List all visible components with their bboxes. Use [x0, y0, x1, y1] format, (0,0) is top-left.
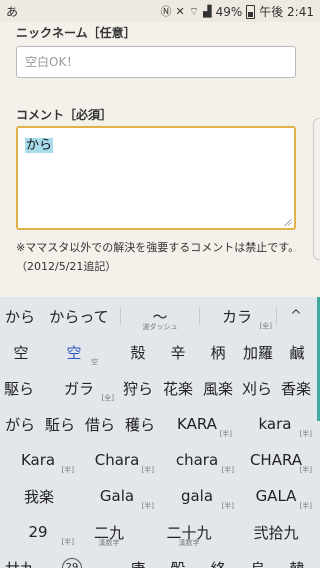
- candidate-row: 駆ら ガラ [全] 狩ら 花楽 風楽 刈ら 香楽: [0, 371, 320, 405]
- candidate[interactable]: chara [半]: [158, 443, 236, 477]
- ime-candidate-panel: から からって 〜波ダッシュ カラ [全] ^ 空 空空 殻 辛 柄 加羅 鹹 駆…: [0, 297, 320, 568]
- candidate[interactable]: 我楽: [0, 479, 78, 513]
- candidate[interactable]: 辛: [162, 335, 194, 369]
- status-bar: あ Ⓝ ✕ ⌔ ▟ 49% 午後 2:41: [0, 0, 320, 22]
- input-mode-indicator: あ: [6, 5, 19, 19]
- mute-icon: ✕: [175, 4, 185, 18]
- candidate[interactable]: 花楽: [158, 371, 198, 405]
- candidate[interactable]: KARA [半]: [160, 407, 234, 441]
- candidate[interactable]: 狩ら: [118, 371, 158, 405]
- candidate[interactable]: 鹹: [280, 335, 314, 369]
- battery-percent: 49%: [215, 4, 243, 19]
- candidate[interactable]: 29: [52, 551, 92, 568]
- candidate[interactable]: 柄: [202, 335, 234, 369]
- nickname-input[interactable]: [16, 46, 296, 78]
- candidate[interactable]: 殻: [122, 335, 154, 369]
- candidate[interactable]: CHARA [半]: [238, 443, 314, 477]
- candidate[interactable]: 骰: [158, 551, 198, 568]
- candidate[interactable]: 29 [半]: [0, 515, 76, 549]
- comment-composing-text: から: [25, 138, 54, 153]
- candidate[interactable]: カラ [全]: [200, 299, 274, 333]
- candidate-row: 廿九 29 唐 骰 絡 烏 韓: [0, 551, 320, 568]
- candidate[interactable]: 空空: [48, 335, 100, 369]
- candidate[interactable]: Chara [半]: [78, 443, 156, 477]
- candidate-row: 我楽 Gala [半] gala [半] GALA [半]: [0, 479, 320, 513]
- candidate[interactable]: 空: [4, 335, 38, 369]
- chevron-up-icon[interactable]: ^: [278, 299, 314, 333]
- comment-label: コメント［必須］: [16, 108, 113, 122]
- candidate[interactable]: GALA [半]: [238, 479, 314, 513]
- candidate-row: がら 駈ら 借ら 穫ら KARA [半] kara [半]: [0, 407, 320, 441]
- nfc-icon: Ⓝ: [160, 4, 172, 18]
- candidate[interactable]: gala [半]: [158, 479, 236, 513]
- nickname-label: ニックネーム［任意］: [16, 26, 136, 40]
- circled-number: 29: [62, 558, 82, 568]
- candidate[interactable]: 風楽: [198, 371, 238, 405]
- candidate-row: 29 [半] 二九 漢数字 二十九 漢数字 弐拾九: [0, 515, 320, 549]
- comment-form: ニックネーム［任意］ コメント［必須］ から ※ママスタ以外での解決を強要するコ…: [0, 22, 320, 297]
- candidate[interactable]: ガラ [全]: [42, 371, 116, 405]
- status-icons: Ⓝ ✕ ⌔ ▟ 49% 午後 2:41: [161, 3, 314, 20]
- candidate[interactable]: 弐拾九: [238, 515, 314, 549]
- candidate-row: 空 空空 殻 辛 柄 加羅 鹹: [0, 335, 320, 369]
- candidate[interactable]: 〜波ダッシュ: [122, 299, 198, 333]
- clock: 午後 2:41: [259, 5, 314, 19]
- battery-icon: [246, 4, 256, 19]
- candidate[interactable]: 駆ら: [0, 371, 38, 405]
- candidate[interactable]: 借ら: [80, 407, 120, 441]
- signal-icon: ▟: [203, 4, 212, 18]
- candidate[interactable]: 刈ら: [238, 371, 276, 405]
- resize-grip-icon[interactable]: [284, 218, 292, 226]
- candidate[interactable]: 烏: [238, 551, 278, 568]
- candidate[interactable]: 韓: [278, 551, 316, 568]
- comment-rules-note: ※ママスタ以外での解決を強要するコメントは禁止です。（2012/5/21追記）: [16, 241, 300, 273]
- candidate-row: Kara [半] Chara [半] chara [半] CHARA [半]: [0, 443, 320, 477]
- candidate[interactable]: 駈ら: [40, 407, 80, 441]
- candidate[interactable]: 二十九 漢数字: [146, 515, 232, 549]
- wifi-icon: ⌔: [188, 4, 200, 18]
- comment-textarea[interactable]: から: [16, 126, 296, 230]
- candidate[interactable]: 唐: [118, 551, 158, 568]
- candidate[interactable]: からって: [40, 299, 118, 333]
- candidate[interactable]: 穫ら: [120, 407, 160, 441]
- candidate[interactable]: 香楽: [276, 371, 316, 405]
- candidate[interactable]: がら: [0, 407, 40, 441]
- candidate[interactable]: 二九 漢数字: [78, 515, 140, 549]
- candidate-row: から からって 〜波ダッシュ カラ [全] ^: [0, 299, 320, 333]
- candidate[interactable]: 加羅: [238, 335, 278, 369]
- candidate[interactable]: kara [半]: [236, 407, 314, 441]
- candidate[interactable]: Kara [半]: [0, 443, 76, 477]
- candidate[interactable]: Gala [半]: [78, 479, 156, 513]
- candidate[interactable]: から: [0, 299, 40, 333]
- candidate[interactable]: 絡: [198, 551, 238, 568]
- side-panel-handle[interactable]: [313, 118, 320, 260]
- candidate[interactable]: 廿九: [0, 551, 40, 568]
